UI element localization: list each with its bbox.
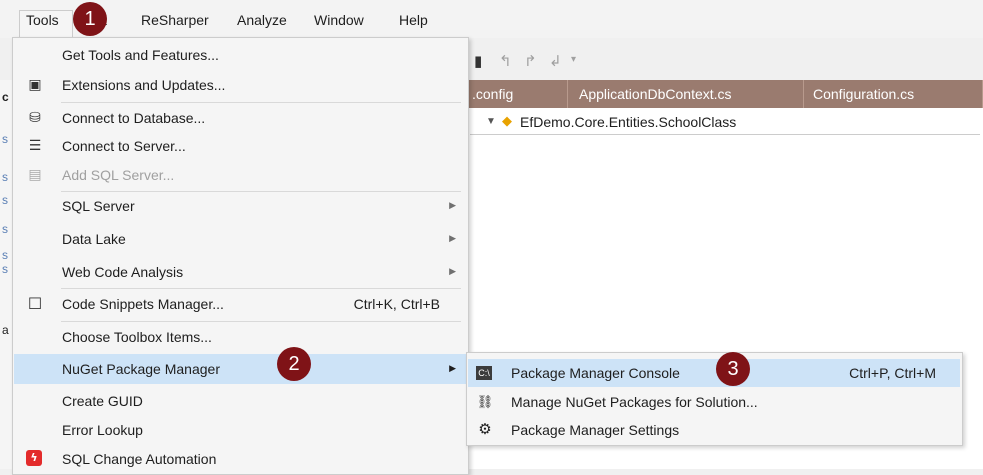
submenu-arrow-icon: ▶ xyxy=(449,200,456,210)
panel-char: c xyxy=(2,90,9,104)
bookmark-icon[interactable]: ▮ xyxy=(474,52,482,70)
menu-item-error-lookup[interactable]: Error Lookup xyxy=(14,415,466,445)
panel-char: s xyxy=(2,132,8,146)
menu-window[interactable]: Window xyxy=(314,12,364,28)
submenu-item-label: Package Manager Settings xyxy=(511,422,680,438)
panel-char: s xyxy=(2,222,8,236)
menu-item-web-code-analysis[interactable]: Web Code Analysis ▶ xyxy=(14,257,466,287)
menu-item-label: Add SQL Server... xyxy=(62,167,175,183)
prev-bookmark-icon[interactable]: ↰ xyxy=(499,52,512,70)
submenu-item-label: Package Manager Console xyxy=(511,365,680,381)
menu-item-get-tools[interactable]: Get Tools and Features... xyxy=(14,40,466,70)
nuget-submenu: C:\ Package Manager Console Ctrl+P, Ctrl… xyxy=(466,352,963,446)
next-bookmark-icon[interactable]: ↱ xyxy=(524,52,537,70)
sql-server-icon: ▤ xyxy=(28,167,42,183)
submenu-item-shortcut: Ctrl+P, Ctrl+M xyxy=(849,365,936,381)
tools-menu: Get Tools and Features... ▣ Extensions a… xyxy=(12,37,469,475)
submenu-item-label: Manage NuGet Packages for Solution... xyxy=(511,394,758,410)
menu-bar: Tools t ReSharper Analyze Window Help xyxy=(0,0,983,39)
nuget-icon: ⛓ xyxy=(476,394,494,409)
toolbar-overflow-icon[interactable]: ▾ xyxy=(571,54,576,65)
menu-item-nuget-package-manager[interactable]: NuGet Package Manager ▶ xyxy=(14,354,466,384)
tab-label: .config xyxy=(472,86,514,102)
menu-item-label: Get Tools and Features... xyxy=(62,47,219,63)
panel-char: s xyxy=(2,248,8,262)
menu-item-data-lake[interactable]: Data Lake ▶ xyxy=(14,224,466,254)
snippet-icon: ☐ xyxy=(27,294,43,313)
submenu-item-package-manager-console[interactable]: C:\ Package Manager Console Ctrl+P, Ctrl… xyxy=(468,359,960,387)
database-icon: ⛁ xyxy=(29,110,41,126)
tab-label: Configuration.cs xyxy=(813,86,915,102)
class-path: EfDemo.Core.Entities.SchoolClass xyxy=(520,114,737,130)
submenu-arrow-icon: ▶ xyxy=(449,266,456,276)
submenu-item-package-manager-settings[interactable]: ⚙ Package Manager Settings xyxy=(468,416,960,444)
panel-char: s xyxy=(2,193,8,207)
tab-config[interactable]: .config xyxy=(466,80,568,108)
tab-applicationdbcontext[interactable]: ApplicationDbContext.cs xyxy=(568,80,804,108)
menu-item-label: Create GUID xyxy=(62,393,143,409)
menu-item-sql-server[interactable]: SQL Server ▶ xyxy=(14,191,466,221)
submenu-item-manage-nuget[interactable]: ⛓ Manage NuGet Packages for Solution... xyxy=(468,388,960,416)
menu-item-label: Extensions and Updates... xyxy=(62,77,226,93)
class-icon: ◆ xyxy=(502,113,512,128)
menu-item-label: Choose Toolbox Items... xyxy=(62,329,212,345)
menu-item-code-snippets[interactable]: ☐ Code Snippets Manager... Ctrl+K, Ctrl+… xyxy=(14,289,466,319)
extensions-icon: ▣ xyxy=(28,77,42,93)
menu-item-label: Code Snippets Manager... xyxy=(62,296,224,312)
step-badge-3: 3 xyxy=(716,352,750,386)
gear-icon: ⚙ xyxy=(478,421,492,438)
menu-item-add-sql-server: ▤ Add SQL Server... xyxy=(14,160,466,190)
tab-label: ApplicationDbContext.cs xyxy=(579,86,732,102)
menu-item-connect-database[interactable]: ⛁ Connect to Database... xyxy=(14,103,466,133)
menu-item-connect-server[interactable]: ☰ Connect to Server... xyxy=(14,131,466,161)
menu-item-sql-change-automation[interactable]: ϟ SQL Change Automation xyxy=(14,444,466,474)
step-badge-1: 1 xyxy=(73,2,107,36)
menu-item-label: Error Lookup xyxy=(62,422,143,438)
menu-item-label: Web Code Analysis xyxy=(62,264,184,280)
menu-help[interactable]: Help xyxy=(399,12,428,28)
menu-item-extensions[interactable]: ▣ Extensions and Updates... xyxy=(14,70,466,100)
submenu-arrow-icon: ▶ xyxy=(449,233,456,243)
menu-item-shortcut: Ctrl+K, Ctrl+B xyxy=(353,296,440,312)
menu-item-label: SQL Server xyxy=(62,198,135,214)
menu-analyze[interactable]: Analyze xyxy=(237,12,287,28)
menu-item-label: Data Lake xyxy=(62,231,126,247)
step-badge-2: 2 xyxy=(277,347,311,381)
console-icon: C:\ xyxy=(476,366,492,380)
sql-change-icon: ϟ xyxy=(26,450,42,466)
menu-item-create-guid[interactable]: Create GUID xyxy=(14,386,466,416)
clear-bookmarks-icon[interactable]: ↲ xyxy=(549,52,562,70)
panel-char: a xyxy=(2,323,9,337)
menu-tools[interactable]: Tools xyxy=(26,12,59,28)
tab-configuration[interactable]: Configuration.cs xyxy=(804,80,983,108)
menu-item-choose-toolbox[interactable]: Choose Toolbox Items... xyxy=(14,322,466,352)
chevron-down-icon[interactable]: ▼ xyxy=(486,116,496,127)
menu-item-label: Connect to Database... xyxy=(62,110,206,126)
submenu-arrow-icon: ▶ xyxy=(449,363,456,373)
menu-resharper[interactable]: ReSharper xyxy=(141,12,209,28)
menu-item-label: NuGet Package Manager xyxy=(62,361,220,377)
menu-item-label: Connect to Server... xyxy=(62,138,186,154)
navigation-bar[interactable]: ▼ ◆ EfDemo.Core.Entities.SchoolClass xyxy=(470,110,980,135)
panel-char: s xyxy=(2,170,8,184)
menu-item-label: SQL Change Automation xyxy=(62,451,217,467)
server-icon: ☰ xyxy=(28,138,42,154)
panel-char: s xyxy=(2,262,8,276)
